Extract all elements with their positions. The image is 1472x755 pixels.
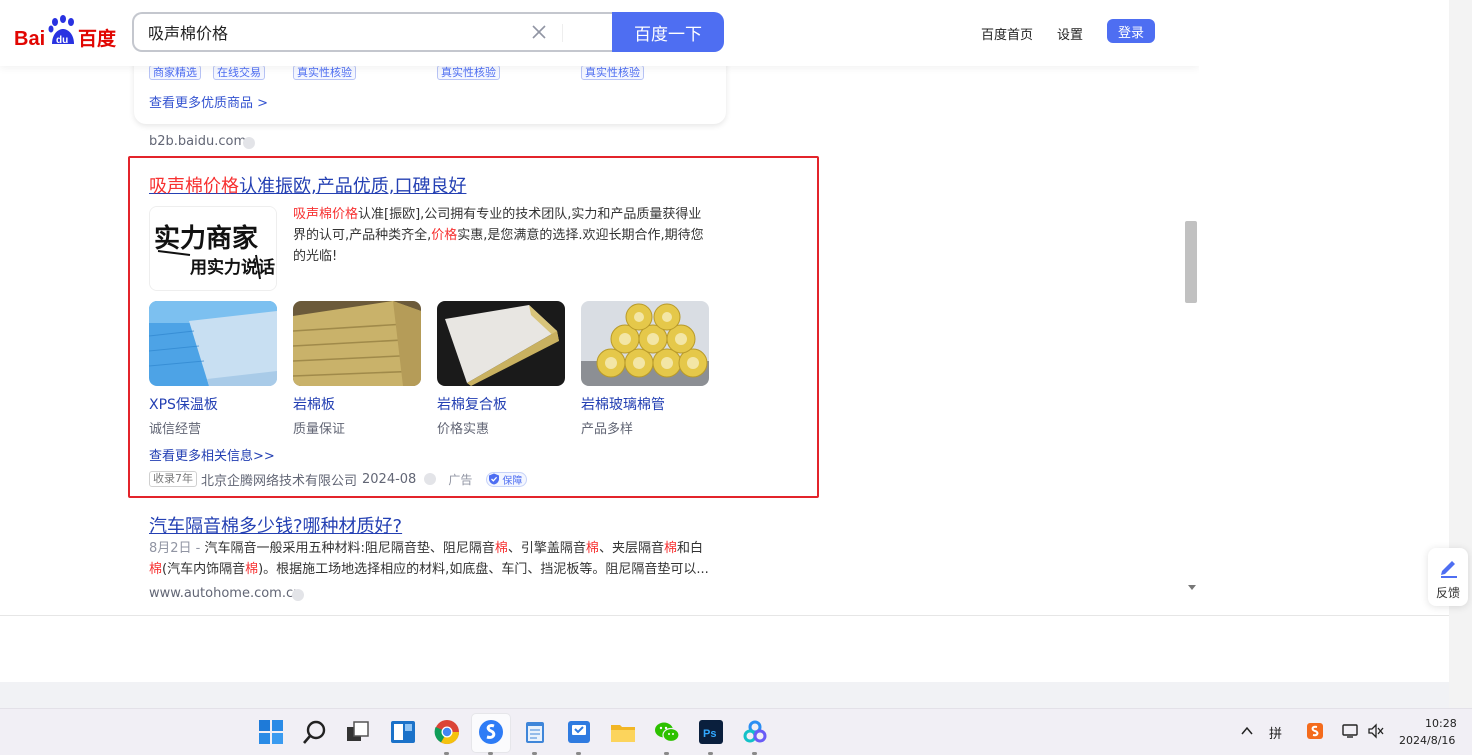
ad-more-info-link[interactable]: 查看更多相关信息>> <box>149 445 275 464</box>
tag-online-trade: 在线交易 <box>213 65 265 80</box>
svg-text:Bai: Bai <box>14 28 45 50</box>
result-menu-icon[interactable] <box>292 589 304 601</box>
source-menu-icon[interactable] <box>243 137 255 149</box>
window-bottom-band <box>0 682 1449 708</box>
xps-board-image[interactable] <box>149 301 277 386</box>
tag-verified: 真实性核验 <box>293 65 356 80</box>
ad-logo-text-1: 实力商家 <box>154 223 258 254</box>
product-link-glass-wool-pipe[interactable]: 岩棉玻璃棉管 <box>581 394 665 414</box>
edit-icon <box>1441 561 1457 578</box>
clock-date[interactable]: 2024/8/16 <box>1399 734 1455 747</box>
baidu-home-link[interactable]: 百度首页 <box>981 24 1033 43</box>
source-url[interactable]: b2b.baidu.com <box>149 134 246 149</box>
search-header: Bai du 百度 百度一下 百度首页 设置 <box>0 0 1199 66</box>
ad-date: 2024-08 <box>362 471 417 487</box>
notepad-icon[interactable] <box>522 719 548 745</box>
ime-lang-indicator[interactable]: 拼 <box>1269 723 1282 742</box>
scroll-down-arrow-icon[interactable] <box>1188 585 1196 590</box>
svg-text:百度: 百度 <box>78 27 117 50</box>
baidu-logo[interactable]: Bai du 百度 <box>14 14 118 50</box>
screen: 商家精选 在线交易 真实性核验 真实性核验 真实性核验 查看更多优质商品 > b… <box>0 0 1472 755</box>
result-title-link[interactable]: 汽车隔音棉多少钱?哪种材质好? <box>149 512 402 538</box>
chrome-icon[interactable] <box>434 719 460 745</box>
search-input[interactable] <box>148 14 508 50</box>
ad-title-link[interactable]: 吸声棉价格认准振欧,产品优质,口碑良好 <box>149 172 466 198</box>
search-icon[interactable] <box>302 719 328 745</box>
product-subtitle: 价格实惠 <box>437 422 490 437</box>
product-link-rock-wool-composite[interactable]: 岩棉复合板 <box>437 394 507 414</box>
glass-wool-pipe-image[interactable] <box>581 301 709 386</box>
tag-verified: 真实性核验 <box>581 65 644 80</box>
ad-logo-image[interactable]: 实力商家 用实力说话 <box>149 206 277 291</box>
rock-wool-board-image[interactable] <box>293 301 421 386</box>
wechat-icon[interactable] <box>654 719 680 745</box>
windows-start-icon[interactable] <box>258 719 284 745</box>
product-link-xps[interactable]: XPS保温板 <box>149 394 218 414</box>
ad-label: 广告 <box>448 472 473 487</box>
tag-verified: 真实性核验 <box>437 65 500 80</box>
security-app-icon[interactable] <box>566 719 592 745</box>
ad-meta-row: 收录7年 北京企腾网络技术有限公司 2024-08 广告 保障 <box>149 470 528 489</box>
years-indexed-badge: 收录7年 <box>149 471 197 487</box>
feedback-label: 反馈 <box>1435 586 1460 600</box>
result-snippet: 8月2日 - 汽车隔音一般采用五种材料:阻尼隔音垫、阻尼隔音棉、引擎盖隔音棉、夹… <box>149 541 709 577</box>
product-subtitle: 质量保证 <box>293 422 346 437</box>
company-name[interactable]: 北京企腾网络技术有限公司 <box>201 470 357 489</box>
scrollbar-thumb[interactable] <box>1185 221 1197 303</box>
product-link-rock-wool-board[interactable]: 岩棉板 <box>293 394 335 414</box>
svg-text:du: du <box>56 35 68 46</box>
search-button[interactable]: 百度一下 <box>612 12 724 52</box>
page-bottom-area <box>0 615 1449 682</box>
chevron-up-icon[interactable] <box>1240 725 1254 737</box>
clear-icon[interactable] <box>530 23 548 41</box>
guarantee-badge[interactable]: 保障 <box>486 471 528 487</box>
sogou-browser-icon[interactable] <box>478 719 504 745</box>
taskbar: Ps 拼 10:28 2024/8/16 <box>0 708 1472 755</box>
window-edge <box>1449 0 1472 755</box>
baidu-netdisk-icon[interactable] <box>742 719 768 745</box>
ad-description: 吸声棉价格认准[振欧],公司拥有专业的技术团队,实力和产品质量获得业界的认可,产… <box>293 207 704 264</box>
result-source-url[interactable]: www.autohome.com.cn <box>149 586 301 601</box>
ad-logo-text-2: 用实力说话 <box>190 257 275 278</box>
network-icon[interactable] <box>1342 723 1360 739</box>
page-right-area <box>1199 0 1449 682</box>
more-goods-link[interactable]: 查看更多优质商品 > <box>149 92 268 111</box>
sogou-ime-icon[interactable] <box>1306 722 1324 740</box>
clock-time[interactable]: 10:28 <box>1425 717 1457 730</box>
speaker-muted-icon[interactable] <box>1367 723 1385 739</box>
search-divider <box>562 24 563 42</box>
svg-text:Ps: Ps <box>703 728 716 740</box>
task-view-icon[interactable] <box>345 719 371 745</box>
photoshop-icon[interactable]: Ps <box>698 719 724 745</box>
file-explorer-icon[interactable] <box>610 719 636 745</box>
ad-menu-icon[interactable] <box>424 473 437 485</box>
settings-link[interactable]: 设置 <box>1057 24 1083 43</box>
search-box <box>132 12 614 52</box>
tag-merchant-select: 商家精选 <box>149 65 201 80</box>
product-subtitle: 产品多样 <box>581 422 634 437</box>
login-button[interactable]: 登录 <box>1107 19 1155 43</box>
browser-viewport: 商家精选 在线交易 真实性核验 真实性核验 真实性核验 查看更多优质商品 > b… <box>0 0 1199 615</box>
feedback-button[interactable]: 反馈 <box>1428 548 1468 606</box>
rock-wool-composite-image[interactable] <box>437 301 565 386</box>
widgets-icon[interactable] <box>390 719 416 745</box>
shield-icon <box>489 473 500 485</box>
product-subtitle: 诚信经营 <box>149 422 202 437</box>
